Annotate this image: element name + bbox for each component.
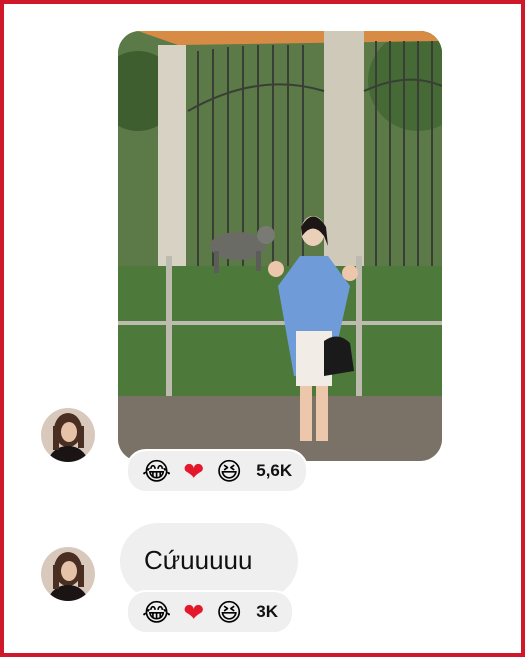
red-heart-emoji-icon: ❤: [183, 456, 205, 486]
laughing-tears-emoji-icon: 😂: [142, 597, 172, 627]
message-bubble[interactable]: Cứuuuuu: [120, 523, 298, 599]
grinning-squint-emoji-icon: 😆: [216, 597, 243, 627]
red-heart-emoji-icon: ❤: [183, 597, 205, 627]
shared-photo[interactable]: [118, 31, 442, 461]
sender-avatar[interactable]: [41, 408, 95, 462]
reaction-count: 3K: [256, 602, 278, 621]
reactions-bar[interactable]: 😂 ❤ 😆 3K: [126, 590, 294, 634]
reaction-count: 5,6K: [256, 461, 293, 480]
laughing-tears-emoji-icon: 😂: [142, 456, 172, 486]
reactions-bar[interactable]: 😂 ❤ 😆 5,6K: [126, 449, 309, 493]
grinning-squint-emoji-icon: 😆: [216, 456, 243, 486]
message-text: Cứuuuuu: [144, 545, 253, 575]
sender-avatar[interactable]: [41, 547, 95, 601]
chat-frame: 😂 ❤ 😆 5,6K Cứuuuuu 😂 ❤ 😆 3K: [0, 0, 525, 657]
